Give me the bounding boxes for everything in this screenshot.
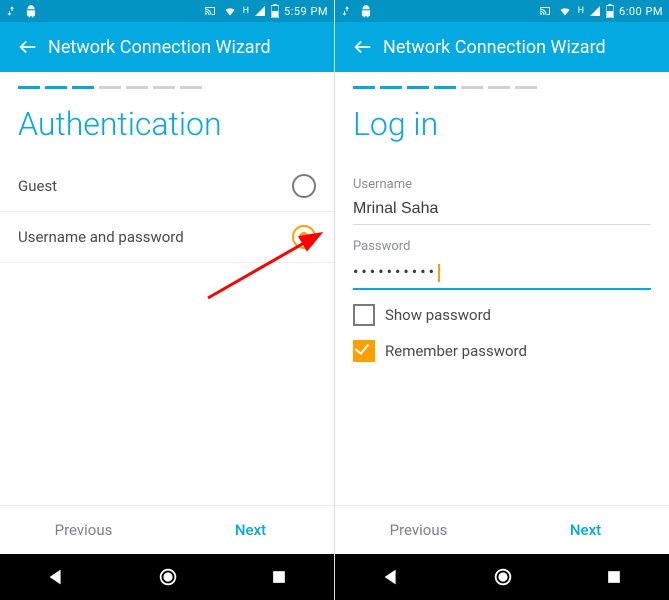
- phone-left: H 5:59 PM Network Connection Wizard: [0, 0, 335, 600]
- login-form: Username Password •••••••••• Show passwo…: [335, 161, 669, 362]
- wizard-footer: Previous Next: [335, 505, 669, 554]
- cast-icon: [203, 5, 217, 17]
- progress-seg: [407, 86, 429, 89]
- checkbox-checked-icon: [353, 340, 375, 362]
- progress-seg: [18, 86, 40, 89]
- wizard-progress: [0, 72, 334, 95]
- status-time: 5:59 PM: [284, 5, 328, 18]
- password-value: ••••••••••: [353, 262, 437, 281]
- show-password-checkbox[interactable]: Show password: [353, 304, 651, 326]
- arrow-left-icon: [352, 36, 374, 58]
- system-nav-bar: [0, 554, 334, 600]
- network-label: H: [578, 6, 584, 16]
- username-field[interactable]: [353, 192, 651, 225]
- remember-password-label: Remember password: [385, 342, 527, 360]
- checkbox-unchecked-icon: [353, 304, 375, 326]
- password-label: Password: [353, 239, 651, 254]
- system-nav-bar: [335, 554, 669, 600]
- nav-back-button[interactable]: [45, 566, 67, 588]
- nav-back-button[interactable]: [380, 566, 402, 588]
- progress-seg: [515, 86, 537, 89]
- progress-seg: [153, 86, 175, 89]
- status-bar: H 5:59 PM: [0, 0, 334, 22]
- progress-seg: [126, 86, 148, 89]
- app-bar-title: Network Connection Wizard: [383, 37, 606, 58]
- auth-option-label: Guest: [18, 177, 57, 195]
- page-heading: Log in: [335, 95, 669, 161]
- battery-icon: [606, 4, 614, 18]
- nav-home-button[interactable]: [157, 566, 179, 588]
- wifi-icon: [557, 5, 573, 17]
- show-password-label: Show password: [385, 306, 491, 324]
- progress-seg: [353, 86, 375, 89]
- android-icon: [24, 4, 38, 18]
- square-recent-icon: [269, 567, 289, 587]
- progress-seg: [461, 86, 483, 89]
- text-caret-icon: [438, 264, 440, 282]
- sync-icon: [341, 5, 353, 17]
- username-label: Username: [353, 177, 651, 192]
- triangle-back-icon: [45, 566, 67, 588]
- remember-password-checkbox[interactable]: Remember password: [353, 340, 651, 362]
- network-label: H: [243, 6, 249, 16]
- auth-option-label: Username and password: [18, 228, 184, 246]
- progress-seg: [380, 86, 402, 89]
- progress-seg: [434, 86, 456, 89]
- progress-seg: [99, 86, 121, 89]
- status-time: 6:00 PM: [619, 5, 663, 18]
- password-field[interactable]: ••••••••••: [353, 254, 651, 290]
- progress-seg: [488, 86, 510, 89]
- app-bar-title: Network Connection Wizard: [48, 37, 271, 58]
- next-button[interactable]: Next: [167, 506, 334, 554]
- back-button[interactable]: [343, 27, 383, 67]
- app-bar: Network Connection Wizard: [335, 22, 669, 72]
- previous-button[interactable]: Previous: [0, 506, 167, 554]
- wizard-progress: [335, 72, 669, 95]
- android-icon: [359, 4, 373, 18]
- status-bar: H 6:00 PM: [335, 0, 669, 22]
- cast-icon: [538, 5, 552, 17]
- wifi-icon: [222, 5, 238, 17]
- nav-recent-button[interactable]: [604, 567, 624, 587]
- app-bar: Network Connection Wizard: [0, 22, 334, 72]
- sync-icon: [6, 5, 18, 17]
- back-button[interactable]: [8, 27, 48, 67]
- signal-icon: [254, 5, 266, 17]
- radio-checked-icon: [292, 225, 316, 249]
- next-button[interactable]: Next: [502, 506, 669, 554]
- arrow-left-icon: [17, 36, 39, 58]
- circle-home-icon: [157, 566, 179, 588]
- square-recent-icon: [604, 567, 624, 587]
- progress-seg: [45, 86, 67, 89]
- wizard-footer: Previous Next: [0, 505, 334, 554]
- progress-seg: [180, 86, 202, 89]
- signal-icon: [589, 5, 601, 17]
- previous-button[interactable]: Previous: [335, 506, 502, 554]
- auth-option-userpass[interactable]: Username and password: [0, 212, 334, 263]
- nav-home-button[interactable]: [492, 566, 514, 588]
- battery-icon: [271, 4, 279, 18]
- triangle-back-icon: [380, 566, 402, 588]
- nav-recent-button[interactable]: [269, 567, 289, 587]
- page-heading: Authentication: [0, 95, 334, 161]
- auth-option-guest[interactable]: Guest: [0, 161, 334, 212]
- circle-home-icon: [492, 566, 514, 588]
- phone-right: H 6:00 PM Network Connection Wizard: [335, 0, 669, 600]
- radio-unchecked-icon: [292, 174, 316, 198]
- progress-seg: [72, 86, 94, 89]
